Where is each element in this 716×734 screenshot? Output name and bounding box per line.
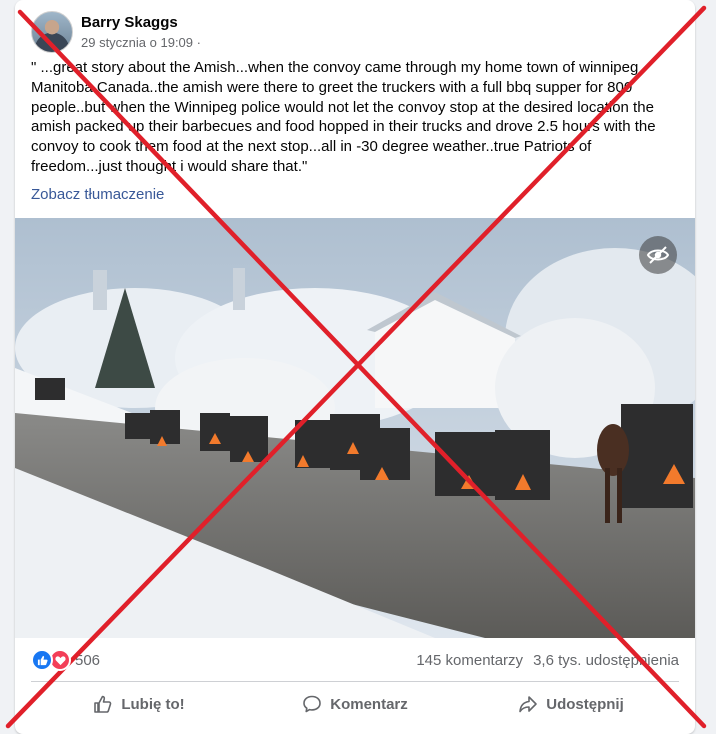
- author-name[interactable]: Barry Skaggs: [81, 13, 201, 32]
- thumbs-up-icon: [94, 695, 112, 713]
- eye-slash-icon: [646, 246, 670, 264]
- post-header: Barry Skaggs 29 stycznia o 19:09 ·: [31, 11, 201, 53]
- post-text: " ...great story about the Amish...when …: [31, 59, 656, 175]
- post-card: Barry Skaggs 29 stycznia o 19:09 · " ...…: [15, 0, 695, 734]
- share-button[interactable]: Udostępnij: [463, 686, 679, 722]
- like-label: Lubię to!: [121, 695, 185, 713]
- divider: [31, 681, 679, 682]
- post-photo[interactable]: [15, 218, 695, 638]
- share-count[interactable]: 3,6 tys. udostępnienia: [533, 652, 679, 669]
- post-stats: 506 145 komentarzy 3,6 tys. udostępnieni…: [31, 648, 679, 672]
- amish-buggies-photo: [15, 218, 695, 638]
- like-reaction-icon: [31, 649, 53, 671]
- reactions-summary[interactable]: 506: [31, 649, 100, 671]
- share-arrow-icon: [519, 696, 538, 713]
- comment-button[interactable]: Komentarz: [247, 686, 463, 722]
- avatar[interactable]: [31, 11, 73, 53]
- post-meta: Barry Skaggs 29 stycznia o 19:09 ·: [81, 13, 201, 51]
- share-label: Udostępnij: [546, 695, 624, 713]
- like-button[interactable]: Lubię to!: [31, 686, 247, 722]
- see-translation-link[interactable]: Zobacz tłumaczenie: [31, 186, 164, 203]
- engagement-counts: 145 komentarzy 3,6 tys. udostępnienia: [416, 652, 679, 669]
- comment-label: Komentarz: [330, 695, 408, 713]
- hide-image-button[interactable]: [639, 236, 677, 274]
- post-timestamp[interactable]: 29 stycznia o 19:09 ·: [81, 34, 201, 51]
- comment-icon: [303, 695, 322, 713]
- reaction-count: 506: [75, 651, 101, 669]
- post-actions: Lubię to! Komentarz Udostępnij: [31, 686, 679, 722]
- comment-count[interactable]: 145 komentarzy: [416, 652, 523, 669]
